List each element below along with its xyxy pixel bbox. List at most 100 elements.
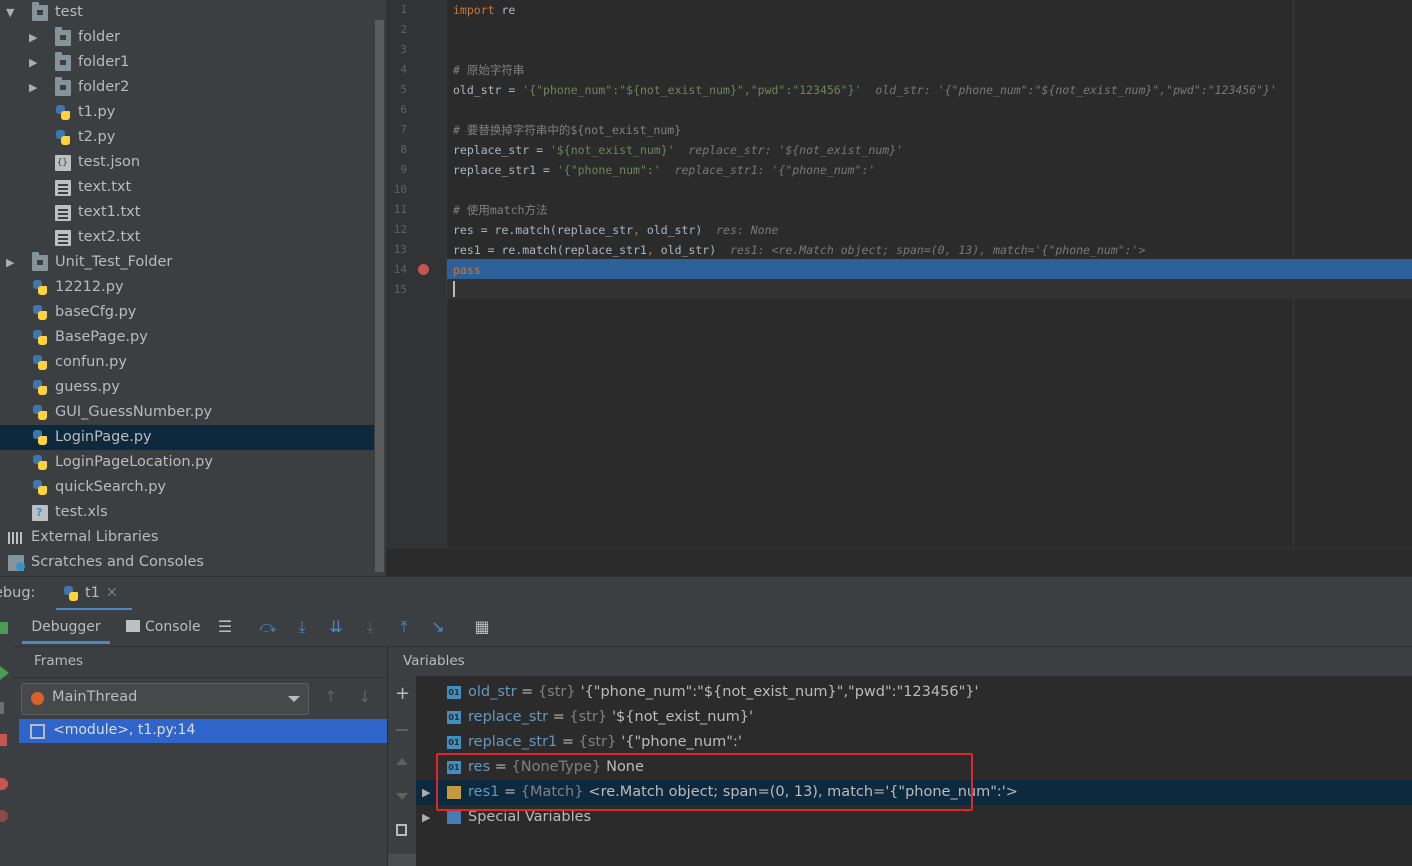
tree-item[interactable]: ▼ test bbox=[0, 0, 374, 25]
project-tree-scrollbar[interactable] bbox=[374, 20, 386, 576]
step-out-icon[interactable]: ⤒ bbox=[395, 618, 413, 636]
tree-item[interactable]: confun.py bbox=[0, 350, 374, 375]
rerun-icon[interactable] bbox=[0, 622, 8, 634]
variable-row[interactable]: 01 replace_str1 = {str} '{"phone_num":' bbox=[416, 730, 1412, 755]
text-file-icon bbox=[55, 205, 71, 221]
tree-item[interactable]: ▶ Unit_Test_Folder bbox=[0, 250, 374, 275]
evaluate-expression-icon[interactable]: ▦ bbox=[473, 618, 491, 636]
tree-item[interactable]: t1.py bbox=[0, 100, 374, 125]
variable-value: '{"phone_num":' bbox=[621, 734, 742, 750]
scratches-icon bbox=[8, 555, 25, 571]
add-watch-icon[interactable]: + bbox=[395, 685, 410, 703]
view-breakpoints-icon[interactable] bbox=[0, 778, 8, 790]
code-line[interactable]: replace_str1 = '{"phone_num":' replace_s… bbox=[453, 160, 875, 180]
tree-item[interactable]: text1.txt bbox=[0, 200, 374, 225]
code-line[interactable]: replace_str = '${not_exist_num}' replace… bbox=[453, 140, 903, 160]
breakpoint-icon[interactable] bbox=[418, 264, 429, 275]
tree-item[interactable]: ▶ folder1 bbox=[0, 50, 374, 75]
thread-selector[interactable]: MainThread bbox=[21, 683, 309, 715]
show-execution-point-icon[interactable]: ⤼ bbox=[259, 618, 277, 636]
move-down-icon[interactable] bbox=[396, 793, 408, 800]
variable-row[interactable]: 01 old_str = {str} '{"phone_num":"${not_ex… bbox=[416, 680, 1412, 705]
tree-item[interactable]: Scratches and Consoles bbox=[0, 550, 374, 575]
tree-item[interactable]: text2.txt bbox=[0, 225, 374, 250]
variables-header: Variables bbox=[388, 647, 1412, 677]
code-line[interactable]: # 原始字符串 bbox=[453, 60, 524, 80]
step-into-icon[interactable]: ⇊ bbox=[327, 618, 345, 636]
tab-console[interactable]: Console bbox=[126, 610, 206, 644]
resume-icon[interactable] bbox=[0, 666, 9, 680]
stack-frame-label: <module>, t1.py:14 bbox=[53, 722, 196, 738]
tree-item[interactable]: guess.py bbox=[0, 375, 374, 400]
tree-item-label: BasePage.py bbox=[55, 329, 148, 345]
code-line[interactable]: res = re.match(replace_str, old_str) res… bbox=[453, 220, 778, 240]
python-file-icon bbox=[32, 305, 48, 321]
scrollbar-thumb[interactable] bbox=[375, 20, 384, 572]
step-into-my-code-icon[interactable]: ⤓ bbox=[361, 618, 379, 636]
run-to-cursor-icon[interactable]: ↘ bbox=[429, 618, 447, 636]
editor-gutter[interactable]: 1 2 3 4 5 6 7 8 9 10 11 12 13 14 15 bbox=[386, 0, 447, 548]
variable-row[interactable]: 01 replace_str = {str} '${not_exist_num}' bbox=[416, 705, 1412, 730]
tree-item[interactable]: test.json bbox=[0, 150, 374, 176]
tree-item-label: folder1 bbox=[78, 54, 130, 70]
tree-item[interactable]: GUI_GuessNumber.py bbox=[0, 400, 374, 425]
tree-item[interactable]: quickSearch.py bbox=[0, 475, 374, 500]
remove-watch-icon[interactable] bbox=[396, 729, 408, 731]
variable-value: '${not_exist_num}' bbox=[612, 709, 753, 725]
tree-item[interactable]: 12212.py bbox=[0, 275, 374, 300]
previous-frame-icon[interactable]: ↑ bbox=[324, 687, 337, 706]
chevron-right-icon[interactable]: ▶ bbox=[29, 25, 41, 50]
code-token: old_str) bbox=[653, 243, 717, 257]
next-frame-icon[interactable]: ↓ bbox=[358, 687, 371, 706]
chevron-right-icon[interactable]: ▶ bbox=[29, 50, 41, 75]
chevron-right-icon[interactable]: ▶ bbox=[29, 75, 41, 100]
tree-item[interactable]: External Libraries bbox=[0, 525, 374, 550]
folder-icon bbox=[55, 27, 71, 46]
tree-item[interactable]: ▶ folder2 bbox=[0, 75, 374, 100]
line-number: 2 bbox=[400, 23, 407, 36]
stack-frame-row[interactable]: <module>, t1.py:14 bbox=[19, 719, 387, 743]
code-line[interactable]: import re bbox=[453, 0, 515, 20]
variables-title: Variables bbox=[403, 653, 465, 669]
chevron-right-icon[interactable]: ▶ bbox=[422, 805, 430, 830]
tree-item[interactable]: BasePage.py bbox=[0, 325, 374, 350]
run-config-tab-label: t1 bbox=[85, 585, 100, 601]
tree-item[interactable]: t2.py bbox=[0, 125, 374, 150]
close-icon[interactable]: ✕ bbox=[106, 585, 118, 601]
tree-item[interactable]: baseCfg.py bbox=[0, 300, 374, 325]
stop-icon[interactable] bbox=[0, 734, 7, 746]
code-line[interactable]: # 要替换掉字符串中的${not_exist_num} bbox=[453, 120, 681, 140]
execution-point-line bbox=[447, 259, 1412, 279]
frames-title: Frames bbox=[34, 653, 84, 669]
line-number: 12 bbox=[393, 223, 407, 236]
tab-debugger[interactable]: Debugger bbox=[22, 610, 110, 644]
mute-breakpoints-icon[interactable] bbox=[0, 810, 8, 822]
chevron-right-icon[interactable]: ▶ bbox=[422, 780, 430, 805]
code-line[interactable]: # 使用match方法 bbox=[453, 200, 547, 220]
tree-item[interactable]: LoginPage.py bbox=[0, 425, 374, 450]
primitive-value-icon: 01 bbox=[447, 736, 461, 749]
tree-item[interactable]: LoginPageLocation.py bbox=[0, 450, 374, 475]
tree-item[interactable]: text.txt bbox=[0, 175, 374, 200]
python-file-icon bbox=[32, 430, 48, 446]
copy-icon[interactable] bbox=[396, 824, 407, 836]
editor-horizontal-scrollbar[interactable] bbox=[386, 548, 1412, 577]
layout-menu-icon[interactable]: ☰ bbox=[216, 618, 234, 636]
chevron-right-icon[interactable]: ▶ bbox=[6, 250, 18, 275]
step-over-icon[interactable]: ⤓ bbox=[293, 618, 311, 636]
more-icon[interactable] bbox=[388, 854, 416, 866]
debugger-toolbar: Debugger Console ☰ ⤼ ⤓ ⇊ ⤓ ⤒ ↘ ▦ bbox=[12, 610, 1412, 647]
tree-item[interactable]: test.xls bbox=[0, 500, 374, 525]
move-up-icon[interactable] bbox=[396, 758, 408, 765]
variable-text: old_str = {str} '{"phone_num":"${not_exis… bbox=[468, 680, 978, 705]
code-line[interactable]: pass bbox=[453, 260, 481, 280]
chevron-down-icon[interactable]: ▼ bbox=[6, 0, 18, 25]
code-line[interactable]: old_str = '{"phone_num":"${not_exist_num… bbox=[453, 80, 1277, 100]
variable-text: replace_str1 = {str} '{"phone_num":' bbox=[468, 730, 742, 755]
tree-item[interactable]: ▶ folder bbox=[0, 25, 374, 50]
tree-item-label: External Libraries bbox=[31, 529, 159, 545]
code-line[interactable]: res1 = re.match(replace_str1, old_str) r… bbox=[453, 240, 1145, 260]
run-config-tab[interactable]: t1 ✕ bbox=[56, 577, 132, 611]
pause-icon[interactable] bbox=[0, 702, 4, 714]
code-editor[interactable]: 1 2 3 4 5 6 7 8 9 10 11 12 13 14 15 import re # 原始字符串 ol… bbox=[386, 0, 1412, 548]
